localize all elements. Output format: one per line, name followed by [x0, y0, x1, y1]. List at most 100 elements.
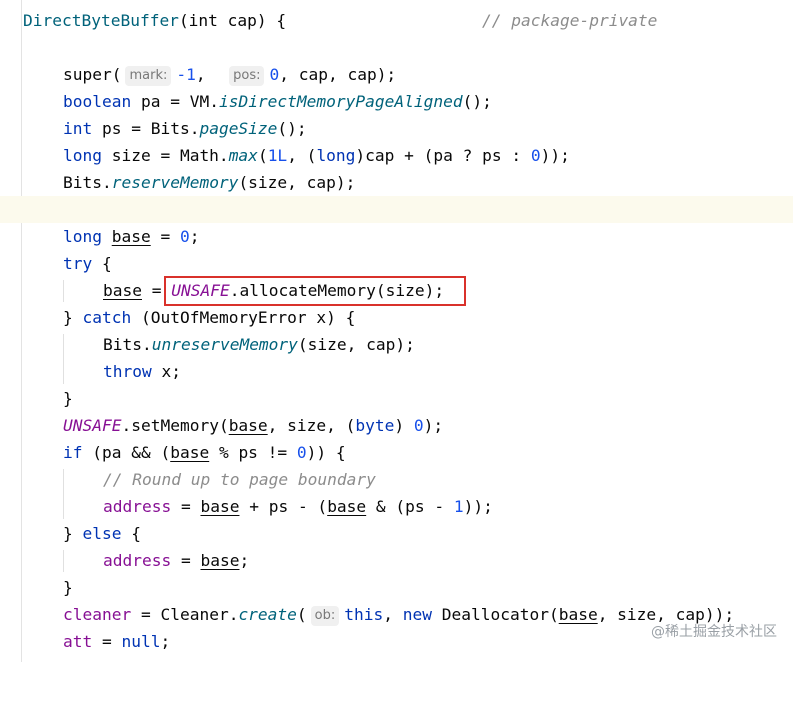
instance-field: att [63, 632, 93, 651]
code-line[interactable]: if (pa && (base % ps != 0)) { [0, 439, 793, 466]
watermark: @稀土掘金技术社区 [651, 624, 777, 640]
code-token: } [63, 578, 73, 597]
code-token: ( [296, 605, 307, 624]
code-token: x; [151, 362, 181, 381]
code-token: , ( [287, 146, 317, 165]
code-line[interactable]: } [0, 574, 793, 601]
method-call: pageSize [199, 119, 278, 138]
code-token: Bits. [103, 335, 152, 354]
keyword: if [63, 443, 83, 462]
code-token: ( [257, 146, 268, 165]
code-token: Deallocator( [432, 605, 559, 624]
param-hint: mark: [125, 66, 172, 86]
code-token: (); [462, 92, 492, 111]
code-token: (size, cap); [297, 335, 415, 354]
code-token: & (ps - [366, 497, 454, 516]
code-token: = Cleaner. [131, 605, 239, 624]
code-token: size = Math. [101, 146, 229, 165]
variable: base [103, 281, 142, 300]
keyword: else [82, 524, 122, 543]
code-line[interactable]: UNSAFE.setMemory(base, size, (byte) 0); [0, 412, 793, 439]
variable: base [111, 227, 151, 246]
code-token: ps = Bits. [92, 119, 200, 138]
code-token: ); [423, 416, 444, 435]
method-params: (int cap) { [178, 11, 287, 30]
variable: base [200, 551, 240, 570]
method-call: max [228, 146, 258, 165]
code-token: (OutOfMemoryError x) { [131, 308, 356, 327]
number-literal: 1L [267, 146, 288, 165]
code-token: = [92, 632, 122, 651]
code-line[interactable]: } else { [0, 520, 793, 547]
code-comment: // Round up to page boundary [103, 470, 376, 489]
code-token: (size, cap); [238, 173, 356, 192]
number-literal: 1 [453, 497, 464, 516]
variable: base [200, 497, 240, 516]
code-line[interactable]: Bits.unreserveMemory(size, cap); [0, 331, 793, 358]
code-line[interactable]: address = base; [0, 547, 793, 574]
code-line[interactable]: address = base + ps - (base & (ps - 1)); [0, 493, 793, 520]
method-name: DirectByteBuffer [23, 11, 179, 30]
keyword: long [63, 227, 102, 246]
code-line[interactable]: long size = Math.max(1L, (long)cap + (pa… [0, 142, 793, 169]
highlight-annotation-box [164, 276, 466, 306]
code-token: } [63, 389, 73, 408]
method-call: unreserveMemory [151, 335, 298, 354]
code-token: % ps != [209, 443, 297, 462]
code-token: = [171, 551, 201, 570]
code-line[interactable]: throw x; [0, 358, 793, 385]
code-token: , cap, cap); [279, 65, 397, 84]
code-token: + ps - ( [239, 497, 328, 516]
code-line[interactable]: } [0, 385, 793, 412]
code-token: .setMemory( [121, 416, 229, 435]
code-token: , size, ( [267, 416, 356, 435]
code-token: = [150, 227, 180, 246]
variable: base [170, 443, 210, 462]
keyword: catch [82, 308, 132, 327]
keyword: throw [103, 362, 152, 381]
code-line[interactable]: try { [0, 250, 793, 277]
instance-field: address [103, 551, 172, 570]
keyword: long [63, 146, 102, 165]
code-token: ; [239, 551, 250, 570]
keyword: long [316, 146, 356, 165]
param-hint: ob: [310, 606, 340, 626]
variable: base [558, 605, 598, 624]
keyword: byte [355, 416, 395, 435]
static-field: UNSAFE [63, 416, 122, 435]
keyword: boolean [63, 92, 132, 111]
code-token: )); [463, 497, 493, 516]
code-token: )) { [306, 443, 346, 462]
code-token: super( [63, 65, 122, 84]
keyword: int [63, 119, 93, 138]
instance-field: address [103, 497, 172, 516]
code-token: (pa && ( [82, 443, 171, 462]
number-literal: 0 [530, 146, 541, 165]
code-line[interactable]: Bits.reserveMemory(size, cap); [0, 169, 793, 196]
number-literal: -1 [176, 65, 196, 84]
code-line[interactable]: } catch (OutOfMemoryError x) { [0, 304, 793, 331]
keyword: this [344, 605, 384, 624]
code-token: ; [189, 227, 200, 246]
code-editor[interactable]: DirectByteBuffer(int cap) { // package-p… [0, 0, 793, 662]
instance-field: cleaner [63, 605, 132, 624]
current-line[interactable] [0, 196, 793, 223]
code-line[interactable]: super(mark: -1, pos: 0, cap, cap); [0, 61, 793, 88]
code-token: )); [540, 146, 570, 165]
code-token: = [171, 497, 201, 516]
code-token: { [92, 254, 112, 273]
code-line[interactable]: int ps = Bits.pageSize(); [0, 115, 793, 142]
number-literal: 0 [269, 65, 280, 84]
code-line[interactable]: boolean pa = VM.isDirectMemoryPageAligne… [0, 88, 793, 115]
keyword: try [63, 254, 93, 273]
code-token: , [383, 605, 403, 624]
code-token: , [195, 65, 226, 84]
code-token: (); [277, 119, 307, 138]
param-hint: pos: [229, 66, 265, 86]
code-line[interactable]: long base = 0; [0, 223, 793, 250]
code-token: Bits. [63, 173, 112, 192]
code-line[interactable]: DirectByteBuffer(int cap) { // package-p… [0, 7, 793, 34]
variable: base [228, 416, 268, 435]
code-line[interactable]: // Round up to page boundary [0, 466, 793, 493]
